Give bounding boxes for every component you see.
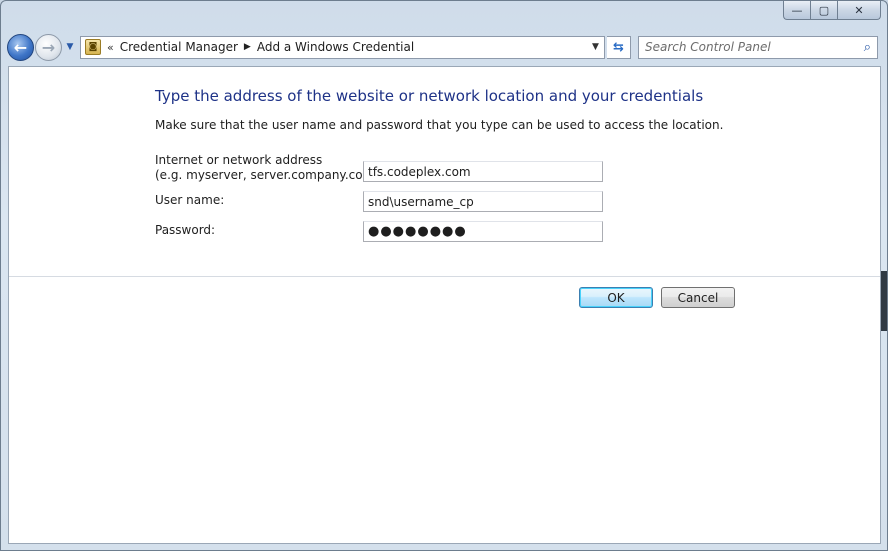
refresh-icon: ⇆ (613, 39, 624, 55)
refresh-button[interactable]: ⇆ (607, 35, 631, 59)
network-address-label-line2: (e.g. myserver, server.company.com): (155, 168, 383, 182)
page-description: Make sure that the user name and passwor… (155, 118, 724, 132)
page-title: Type the address of the website or netwo… (155, 87, 704, 105)
user-name-label: User name: (155, 193, 225, 207)
forward-arrow-icon: → (41, 37, 56, 57)
search-box: ⌕ (638, 35, 878, 59)
control-panel-icon: ◙ (85, 39, 101, 55)
content-pane: Type the address of the website or netwo… (8, 66, 881, 544)
address-bar[interactable]: ◙ « Credential Manager ▶ Add a Windows C… (80, 35, 605, 59)
breadcrumb-overflow-icon[interactable]: « (107, 41, 114, 54)
window-edge-shadow (881, 271, 887, 331)
password-label: Password: (155, 223, 216, 237)
address-dropdown-button[interactable]: ▼ (587, 37, 604, 58)
back-arrow-icon: ← (13, 37, 28, 57)
back-button[interactable]: ← (7, 33, 34, 61)
caption-buttons: — ▢ ✕ (783, 1, 881, 20)
search-icon[interactable]: ⌕ (864, 40, 871, 55)
network-address-label: Internet or network address (e.g. myserv… (155, 153, 383, 183)
close-button[interactable]: ✕ (837, 1, 881, 20)
close-icon: ✕ (854, 3, 864, 17)
maximize-icon: ▢ (818, 3, 830, 17)
forward-button[interactable]: → (35, 33, 62, 61)
user-name-input[interactable] (363, 191, 603, 212)
recent-pages-button[interactable]: ▼ (64, 42, 76, 52)
chevron-down-icon: ▼ (592, 42, 599, 52)
network-address-input[interactable] (363, 161, 603, 182)
breadcrumb-add-windows-credential[interactable]: Add a Windows Credential (257, 40, 414, 54)
minimize-icon: — (791, 3, 803, 17)
navigation-bar: ← → ▼ ◙ « Credential Manager ▶ Add a Win… (7, 31, 881, 63)
minimize-button[interactable]: — (783, 1, 810, 20)
password-input[interactable] (363, 221, 603, 242)
breadcrumb-credential-manager[interactable]: Credential Manager (120, 40, 238, 54)
divider (9, 276, 880, 277)
breadcrumb-separator-icon[interactable]: ▶ (244, 42, 251, 52)
chevron-down-icon: ▼ (66, 42, 74, 52)
cancel-button[interactable]: Cancel (661, 287, 735, 308)
credential-manager-window: — ▢ ✕ ← → ▼ ◙ « Credential Manager ▶ Add… (0, 0, 888, 551)
maximize-button[interactable]: ▢ (810, 1, 837, 20)
network-address-label-line1: Internet or network address (155, 153, 323, 167)
ok-button[interactable]: OK (579, 287, 653, 308)
search-input[interactable] (645, 40, 845, 54)
